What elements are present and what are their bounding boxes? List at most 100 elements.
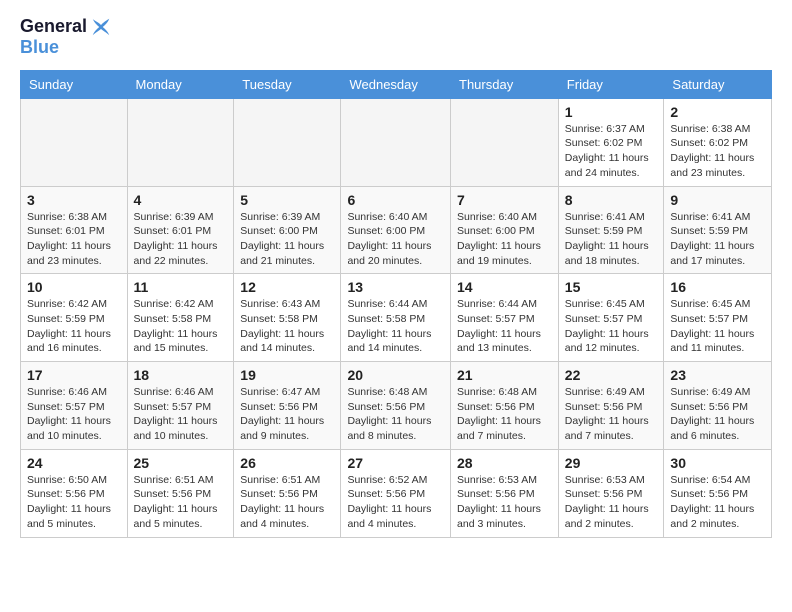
day-number: 14 [457,279,552,295]
calendar-table: SundayMondayTuesdayWednesdayThursdayFrid… [20,70,772,538]
calendar-cell: 4 Sunrise: 6:39 AM Sunset: 6:01 PM Daylig… [127,186,234,274]
day-number: 13 [347,279,444,295]
calendar-cell [234,98,341,186]
day-number: 7 [457,192,552,208]
day-info: Sunrise: 6:53 AM Sunset: 5:56 PM Dayligh… [565,473,658,532]
weekday-header-wednesday: Wednesday [341,70,451,98]
day-number: 18 [134,367,228,383]
calendar-cell: 28 Sunrise: 6:53 AM Sunset: 5:56 PM Dayli… [451,449,559,537]
day-info: Sunrise: 6:51 AM Sunset: 5:56 PM Dayligh… [134,473,228,532]
weekday-header-row: SundayMondayTuesdayWednesdayThursdayFrid… [21,70,772,98]
day-number: 4 [134,192,228,208]
calendar-cell: 7 Sunrise: 6:40 AM Sunset: 6:00 PM Daylig… [451,186,559,274]
calendar-cell: 29Sunrise: 6:53 AM Sunset: 5:56 PM Dayli… [558,449,664,537]
page-header: General Blue [20,16,772,58]
weekday-header-saturday: Saturday [664,70,772,98]
day-info: Sunrise: 6:40 AM Sunset: 6:00 PM Dayligh… [347,210,444,269]
day-info: Sunrise: 6:42 AM Sunset: 5:59 PM Dayligh… [27,297,121,356]
calendar-cell: 17 Sunrise: 6:46 AM Sunset: 5:57 PM Dayli… [21,362,128,450]
calendar-cell: 3 Sunrise: 6:38 AM Sunset: 6:01 PM Daylig… [21,186,128,274]
day-number: 6 [347,192,444,208]
day-info: Sunrise: 6:48 AM Sunset: 5:56 PM Dayligh… [457,385,552,444]
day-info: Sunrise: 6:38 AM Sunset: 6:02 PM Dayligh… [670,122,765,181]
calendar-week-2: 3 Sunrise: 6:38 AM Sunset: 6:01 PM Daylig… [21,186,772,274]
day-info: Sunrise: 6:37 AM Sunset: 6:02 PM Dayligh… [565,122,658,181]
calendar-cell: 25 Sunrise: 6:51 AM Sunset: 5:56 PM Dayli… [127,449,234,537]
day-info: Sunrise: 6:44 AM Sunset: 5:57 PM Dayligh… [457,297,552,356]
calendar-week-4: 17 Sunrise: 6:46 AM Sunset: 5:57 PM Dayli… [21,362,772,450]
day-number: 8 [565,192,658,208]
day-number: 22 [565,367,658,383]
calendar-cell: 11Sunrise: 6:42 AM Sunset: 5:58 PM Dayli… [127,274,234,362]
day-info: Sunrise: 6:40 AM Sunset: 6:00 PM Dayligh… [457,210,552,269]
calendar-cell: 16 Sunrise: 6:45 AM Sunset: 5:57 PM Dayli… [664,274,772,362]
day-info: Sunrise: 6:39 AM Sunset: 6:00 PM Dayligh… [240,210,334,269]
day-info: Sunrise: 6:45 AM Sunset: 5:57 PM Dayligh… [670,297,765,356]
logo-text: General Blue [20,16,112,58]
calendar-cell: 22 Sunrise: 6:49 AM Sunset: 5:56 PM Dayli… [558,362,664,450]
day-info: Sunrise: 6:49 AM Sunset: 5:56 PM Dayligh… [670,385,765,444]
calendar-week-1: 1 Sunrise: 6:37 AM Sunset: 6:02 PM Daylig… [21,98,772,186]
day-number: 10 [27,279,121,295]
day-info: Sunrise: 6:46 AM Sunset: 5:57 PM Dayligh… [27,385,121,444]
day-number: 16 [670,279,765,295]
day-info: Sunrise: 6:52 AM Sunset: 5:56 PM Dayligh… [347,473,444,532]
day-info: Sunrise: 6:44 AM Sunset: 5:58 PM Dayligh… [347,297,444,356]
day-info: Sunrise: 6:46 AM Sunset: 5:57 PM Dayligh… [134,385,228,444]
weekday-header-tuesday: Tuesday [234,70,341,98]
calendar-cell: 30 Sunrise: 6:54 AM Sunset: 5:56 PM Dayli… [664,449,772,537]
day-number: 24 [27,455,121,471]
day-info: Sunrise: 6:48 AM Sunset: 5:56 PM Dayligh… [347,385,444,444]
calendar-cell: 13 Sunrise: 6:44 AM Sunset: 5:58 PM Dayli… [341,274,451,362]
calendar-cell: 6 Sunrise: 6:40 AM Sunset: 6:00 PM Daylig… [341,186,451,274]
day-number: 19 [240,367,334,383]
calendar-cell: 26Sunrise: 6:51 AM Sunset: 5:56 PM Dayli… [234,449,341,537]
calendar-cell: 18 Sunrise: 6:46 AM Sunset: 5:57 PM Dayli… [127,362,234,450]
day-info: Sunrise: 6:38 AM Sunset: 6:01 PM Dayligh… [27,210,121,269]
day-number: 3 [27,192,121,208]
day-number: 17 [27,367,121,383]
weekday-header-friday: Friday [558,70,664,98]
day-info: Sunrise: 6:53 AM Sunset: 5:56 PM Dayligh… [457,473,552,532]
day-info: Sunrise: 6:45 AM Sunset: 5:57 PM Dayligh… [565,297,658,356]
calendar-cell: 27Sunrise: 6:52 AM Sunset: 5:56 PM Dayli… [341,449,451,537]
day-number: 25 [134,455,228,471]
day-info: Sunrise: 6:41 AM Sunset: 5:59 PM Dayligh… [670,210,765,269]
weekday-header-sunday: Sunday [21,70,128,98]
calendar-week-5: 24 Sunrise: 6:50 AM Sunset: 5:56 PM Dayli… [21,449,772,537]
day-number: 1 [565,104,658,120]
day-number: 5 [240,192,334,208]
day-number: 9 [670,192,765,208]
calendar-week-3: 10 Sunrise: 6:42 AM Sunset: 5:59 PM Dayli… [21,274,772,362]
day-info: Sunrise: 6:43 AM Sunset: 5:58 PM Dayligh… [240,297,334,356]
calendar-cell: 2 Sunrise: 6:38 AM Sunset: 6:02 PM Daylig… [664,98,772,186]
calendar-cell [451,98,559,186]
calendar-cell: 1 Sunrise: 6:37 AM Sunset: 6:02 PM Daylig… [558,98,664,186]
day-info: Sunrise: 6:39 AM Sunset: 6:01 PM Dayligh… [134,210,228,269]
day-info: Sunrise: 6:50 AM Sunset: 5:56 PM Dayligh… [27,473,121,532]
day-number: 12 [240,279,334,295]
calendar-cell: 14 Sunrise: 6:44 AM Sunset: 5:57 PM Dayli… [451,274,559,362]
calendar-cell: 21Sunrise: 6:48 AM Sunset: 5:56 PM Dayli… [451,362,559,450]
calendar-cell: 23 Sunrise: 6:49 AM Sunset: 5:56 PM Dayli… [664,362,772,450]
day-number: 11 [134,279,228,295]
calendar-cell: 12 Sunrise: 6:43 AM Sunset: 5:58 PM Dayli… [234,274,341,362]
calendar-cell: 9 Sunrise: 6:41 AM Sunset: 5:59 PM Daylig… [664,186,772,274]
logo-bird-icon [90,16,112,38]
day-info: Sunrise: 6:47 AM Sunset: 5:56 PM Dayligh… [240,385,334,444]
calendar-cell: 8 Sunrise: 6:41 AM Sunset: 5:59 PM Daylig… [558,186,664,274]
weekday-header-monday: Monday [127,70,234,98]
day-info: Sunrise: 6:41 AM Sunset: 5:59 PM Dayligh… [565,210,658,269]
calendar-cell: 5 Sunrise: 6:39 AM Sunset: 6:00 PM Daylig… [234,186,341,274]
day-number: 2 [670,104,765,120]
day-number: 23 [670,367,765,383]
calendar-cell [341,98,451,186]
day-number: 15 [565,279,658,295]
day-info: Sunrise: 6:49 AM Sunset: 5:56 PM Dayligh… [565,385,658,444]
logo: General Blue [20,16,112,58]
day-info: Sunrise: 6:54 AM Sunset: 5:56 PM Dayligh… [670,473,765,532]
calendar-cell: 15 Sunrise: 6:45 AM Sunset: 5:57 PM Dayli… [558,274,664,362]
day-number: 30 [670,455,765,471]
day-number: 28 [457,455,552,471]
weekday-header-thursday: Thursday [451,70,559,98]
